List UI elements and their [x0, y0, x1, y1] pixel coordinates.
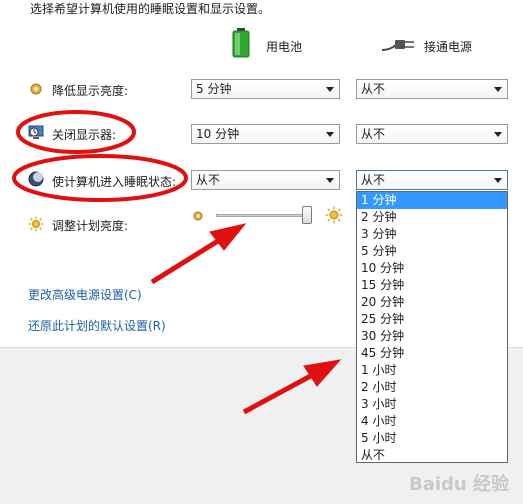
- annotation-arrowhead-slider: [209, 223, 247, 251]
- annotation-circle-display-off: [16, 110, 136, 154]
- annotation-circle-sleep: [12, 154, 188, 202]
- annotation-arrow-slider: [150, 233, 228, 285]
- annotation-arrow-dropdown: [242, 369, 320, 415]
- watermark-text: Baidu 经验: [408, 474, 509, 495]
- annotation-overlay: [12, 110, 342, 415]
- annotation-arrowhead-dropdown: [303, 359, 342, 387]
